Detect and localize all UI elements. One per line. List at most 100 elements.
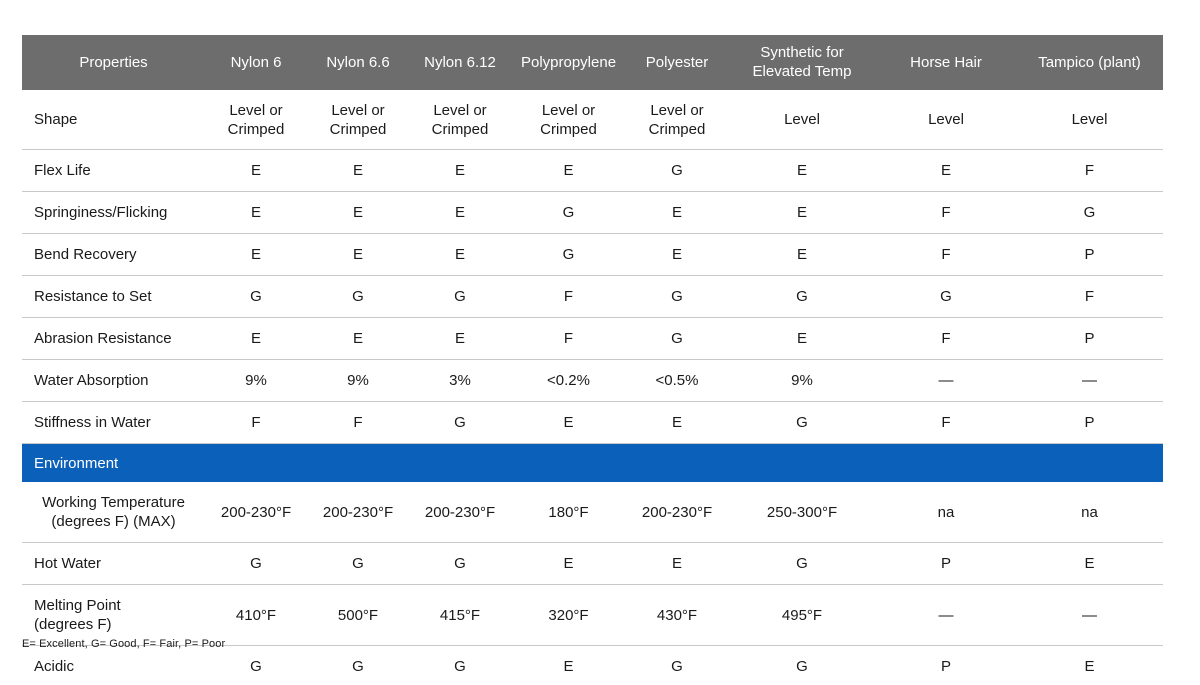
cell-shape-nylon-6: Level or Crimped [205, 90, 307, 150]
row-label-water-absorption: Water Absorption [22, 359, 205, 402]
cell-shape-polyester: Level or Crimped [626, 90, 728, 150]
cell-resistance-to-set-polyester: G [626, 275, 728, 318]
cell-working-temperature-synthetic: 250-300°F [728, 482, 876, 543]
cell-hot-water-nylon-612: G [409, 542, 511, 585]
cell-melting-point-tampico: — [1016, 584, 1163, 646]
cell-line-2: Crimped [329, 120, 387, 138]
cell-hot-water-horse-hair: P [876, 542, 1016, 585]
cell-line-2: Crimped [540, 120, 597, 138]
cell-bend-recovery-nylon-66: E [307, 233, 409, 276]
table-row: Resistance to Set G G G F G G G F [22, 275, 1163, 318]
cell-working-temperature-polyester: 200-230°F [626, 482, 728, 543]
cell-hot-water-polypropylene: E [511, 542, 626, 585]
cell-abrasion-resistance-polypropylene: F [511, 317, 626, 360]
cell-shape-polypropylene: Level or Crimped [511, 90, 626, 150]
table-row: Springiness/Flicking E E E G E E F G [22, 191, 1163, 234]
cell-melting-point-synthetic: 495°F [728, 584, 876, 646]
cell-flex-life-tampico: F [1016, 149, 1163, 192]
cell-water-absorption-horse-hair: — [876, 359, 1016, 402]
column-header-nylon-66: Nylon 6.6 [307, 35, 409, 90]
cell-springiness-synthetic: E [728, 191, 876, 234]
cell-water-absorption-polypropylene: <0.2% [511, 359, 626, 402]
table-row: Abrasion Resistance E E E F G E F P [22, 317, 1163, 360]
cell-flex-life-nylon-612: E [409, 149, 511, 192]
column-header-nylon-612: Nylon 6.12 [409, 35, 511, 90]
cell-acidic-polyester: G [626, 645, 728, 685]
cell-melting-point-nylon-66: 500°F [307, 584, 409, 646]
column-header-properties: Properties [22, 35, 205, 90]
table-page: Properties Nylon 6 Nylon 6.6 Nylon 6.12 … [0, 0, 1200, 685]
row-label-acidic: Acidic [22, 645, 205, 685]
cell-melting-point-polypropylene: 320°F [511, 584, 626, 646]
row-label-bend-recovery: Bend Recovery [22, 233, 205, 276]
cell-line-1: Level or [331, 101, 385, 119]
cell-stiffness-in-water-nylon-612: G [409, 401, 511, 444]
cell-resistance-to-set-synthetic: G [728, 275, 876, 318]
table-row: Acidic G G G E G G P E [22, 645, 1163, 685]
cell-resistance-to-set-nylon-6: G [205, 275, 307, 318]
cell-flex-life-polyester: G [626, 149, 728, 192]
column-header-polypropylene: Polypropylene [511, 35, 626, 90]
cell-flex-life-nylon-6: E [205, 149, 307, 192]
row-label-shape: Shape [22, 90, 205, 150]
cell-working-temperature-nylon-6: 200-230°F [205, 482, 307, 543]
table-header: Properties Nylon 6 Nylon 6.6 Nylon 6.12 … [22, 35, 1163, 90]
cell-water-absorption-nylon-6: 9% [205, 359, 307, 402]
section-header-label: Environment [22, 443, 1163, 482]
table-row: Bend Recovery E E E G E E F P [22, 233, 1163, 276]
cell-line-2: Crimped [431, 120, 489, 138]
cell-water-absorption-synthetic: 9% [728, 359, 876, 402]
cell-bend-recovery-polypropylene: G [511, 233, 626, 276]
cell-stiffness-in-water-polyester: E [626, 401, 728, 444]
cell-water-absorption-nylon-612: 3% [409, 359, 511, 402]
cell-working-temperature-nylon-612: 200-230°F [409, 482, 511, 543]
cell-working-temperature-polypropylene: 180°F [511, 482, 626, 543]
cell-water-absorption-polyester: <0.5% [626, 359, 728, 402]
column-header-polyester: Polyester [626, 35, 728, 90]
cell-springiness-tampico: G [1016, 191, 1163, 234]
cell-acidic-nylon-6: G [205, 645, 307, 685]
column-header-nylon-6: Nylon 6 [205, 35, 307, 90]
column-header-synthetic-line-1: Synthetic for [760, 44, 844, 61]
cell-melting-point-nylon-612: 415°F [409, 584, 511, 646]
cell-hot-water-polyester: E [626, 542, 728, 585]
row-label-line-1: Working Temperature [42, 494, 185, 511]
cell-acidic-horse-hair: P [876, 645, 1016, 685]
cell-resistance-to-set-polypropylene: F [511, 275, 626, 318]
cell-working-temperature-nylon-66: 200-230°F [307, 482, 409, 543]
table-row: Hot Water G G G E E G P E [22, 542, 1163, 585]
cell-line-1: Level or [650, 101, 704, 119]
legend-footnote: E= Excellent, G= Good, F= Fair, P= Poor [22, 638, 226, 650]
cell-shape-horse-hair: Level [876, 90, 1016, 150]
cell-shape-tampico: Level [1016, 90, 1163, 150]
row-label-line-2: (degrees F) (MAX) [51, 513, 176, 530]
cell-stiffness-in-water-nylon-66: F [307, 401, 409, 444]
cell-abrasion-resistance-horse-hair: F [876, 317, 1016, 360]
cell-line-1: Level or [433, 101, 487, 119]
cell-acidic-tampico: E [1016, 645, 1163, 685]
cell-abrasion-resistance-synthetic: E [728, 317, 876, 360]
row-label-hot-water: Hot Water [22, 542, 205, 585]
row-label-line-1: Melting Point [34, 597, 121, 614]
cell-stiffness-in-water-tampico: P [1016, 401, 1163, 444]
column-header-synthetic-line-2: Elevated Temp [752, 63, 852, 80]
cell-resistance-to-set-horse-hair: G [876, 275, 1016, 318]
cell-stiffness-in-water-nylon-6: F [205, 401, 307, 444]
row-label-abrasion-resistance: Abrasion Resistance [22, 317, 205, 360]
row-label-resistance-to-set: Resistance to Set [22, 275, 205, 318]
cell-flex-life-horse-hair: E [876, 149, 1016, 192]
cell-hot-water-tampico: E [1016, 542, 1163, 585]
cell-shape-nylon-66: Level or Crimped [307, 90, 409, 150]
cell-melting-point-horse-hair: — [876, 584, 1016, 646]
cell-shape-nylon-612: Level or Crimped [409, 90, 511, 150]
table-container: Properties Nylon 6 Nylon 6.6 Nylon 6.12 … [22, 35, 1163, 685]
cell-abrasion-resistance-nylon-612: E [409, 317, 511, 360]
cell-hot-water-nylon-66: G [307, 542, 409, 585]
cell-melting-point-polyester: 430°F [626, 584, 728, 646]
cell-abrasion-resistance-polyester: G [626, 317, 728, 360]
cell-resistance-to-set-nylon-66: G [307, 275, 409, 318]
cell-springiness-polyester: E [626, 191, 728, 234]
cell-line-1: Level or [229, 101, 283, 119]
table-row: Working Temperature (degrees F) (MAX) 200… [22, 482, 1163, 543]
cell-stiffness-in-water-synthetic: G [728, 401, 876, 444]
